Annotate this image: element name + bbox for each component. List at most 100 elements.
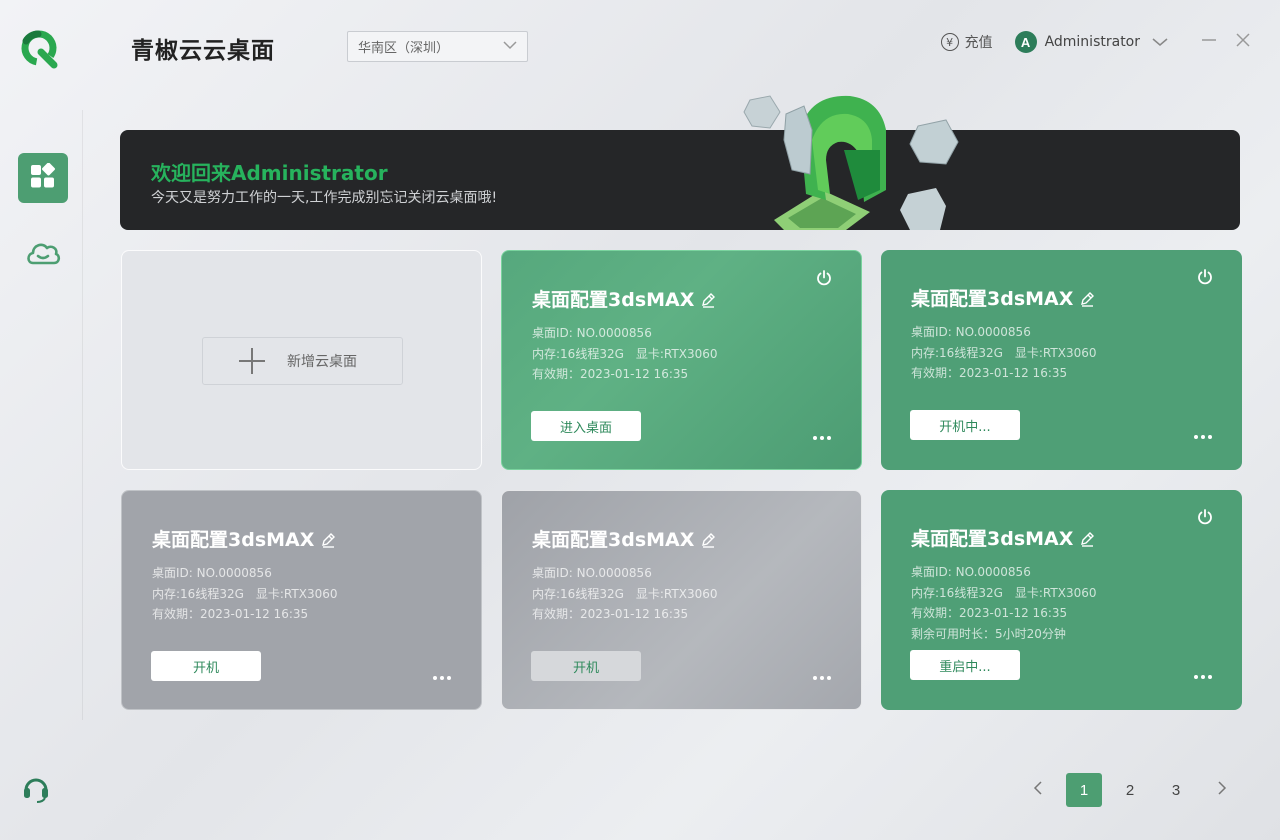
desktop-specs: 内存:16线程32G 显卡:RTX3060 (911, 583, 1097, 604)
desktop-id: 桌面ID: NO.0000856 (152, 566, 272, 580)
chevron-down-icon (1152, 37, 1168, 47)
desktop-gpu: 显卡:RTX3060 (635, 346, 718, 361)
more-options-icon[interactable] (813, 436, 831, 442)
close-button[interactable] (1234, 33, 1252, 51)
banner-title: 欢迎回来Administrator (151, 161, 388, 185)
header-actions: ¥ 充值 A Administrator (940, 30, 1252, 54)
desktop-card: 桌面配置3dsMAX 桌面ID: NO.0000856 内存:16线程32G 显卡… (121, 490, 482, 710)
desktop-memory: 内存:16线程32G (911, 345, 1003, 360)
avatar: A (1014, 31, 1037, 53)
app-title: 青椒云云桌面 (131, 38, 275, 64)
pagination: 1 2 3 (1010, 773, 1240, 807)
recharge-button[interactable]: ¥ 充值 (940, 32, 993, 52)
desktop-id: 桌面ID: NO.0000856 (911, 565, 1031, 579)
power-icon[interactable] (1196, 268, 1214, 286)
more-options-icon[interactable] (433, 676, 451, 682)
desktop-id: 桌面ID: NO.0000856 (532, 566, 652, 580)
welcome-banner: 欢迎回来Administrator 今天又是努力工作的一天,工作完成别忘记关闭云… (120, 95, 1240, 230)
apps-grid-icon (30, 162, 56, 193)
desktop-memory: 内存:16线程32G (532, 346, 624, 361)
desktop-name: 桌面配置3dsMAX (532, 529, 695, 551)
desktop-specs: 内存:16线程32G 显卡:RTX3060 (532, 344, 718, 365)
power-icon[interactable] (1196, 508, 1214, 526)
desktop-info: 桌面ID: NO.0000856 内存:16线程32G 显卡:RTX3060 有效… (532, 563, 718, 625)
banner-illustration (740, 90, 980, 230)
headset-icon (21, 773, 51, 807)
desktop-card: 桌面配置3dsMAX 桌面ID: NO.0000856 内存:16线程32G 显卡… (881, 250, 1242, 470)
minimize-icon (1201, 32, 1217, 52)
sidebar (0, 0, 84, 840)
username: Administrator (1044, 34, 1140, 50)
desktop-expiry: 有效期：2023-01-12 16:35 (911, 606, 1068, 620)
desktop-expiry: 有效期：2023-01-12 16:35 (532, 607, 689, 621)
desktop-info: 桌面ID: NO.0000856 内存:16线程32G 显卡:RTX3060 有效… (911, 322, 1097, 384)
desktop-specs: 内存:16线程32G 显卡:RTX3060 (911, 343, 1097, 364)
restarting-button[interactable]: 重启中... (910, 650, 1020, 680)
starting-button[interactable]: 开机中... (910, 410, 1020, 440)
more-options-icon[interactable] (1194, 675, 1212, 681)
desktop-remaining-time: 剩余可用时长：5小时20分钟 (911, 626, 1066, 641)
desktop-info: 桌面ID: NO.0000856 内存:16线程32G 显卡:RTX3060 有效… (152, 563, 338, 625)
power-on-button[interactable]: 开机 (151, 651, 261, 681)
desktop-name: 桌面配置3dsMAX (152, 529, 315, 551)
desktop-info: 桌面ID: NO.0000856 内存:16线程32G 显卡:RTX3060 有效… (911, 562, 1097, 644)
desktop-card: 桌面配置3dsMAX 桌面ID: NO.0000856 内存:16线程32G 显卡… (501, 490, 862, 710)
user-menu[interactable]: A Administrator (1014, 31, 1168, 53)
page-button[interactable]: 3 (1158, 773, 1194, 807)
cloud-icon (25, 239, 61, 271)
app-logo (18, 27, 62, 71)
next-page-button[interactable] (1204, 773, 1240, 807)
enter-desktop-button[interactable]: 进入桌面 (531, 411, 641, 441)
prev-page-button[interactable] (1020, 773, 1056, 807)
recharge-label: 充值 (964, 35, 993, 51)
edit-icon[interactable] (320, 531, 336, 548)
desktop-gpu: 显卡:RTX3060 (255, 586, 338, 601)
desktop-id: 桌面ID: NO.0000856 (911, 325, 1031, 339)
desktop-id: 桌面ID: NO.0000856 (532, 326, 652, 340)
chevron-right-icon (1217, 781, 1227, 799)
minimize-button[interactable] (1200, 33, 1218, 51)
edit-icon[interactable] (1079, 530, 1095, 547)
page-button[interactable]: 1 (1066, 773, 1102, 807)
edit-icon[interactable] (700, 291, 716, 308)
sidebar-item-cloud[interactable] (18, 230, 68, 280)
yen-icon: ¥ (940, 33, 959, 51)
power-icon[interactable] (815, 269, 833, 287)
desktop-specs: 内存:16线程32G 显卡:RTX3060 (152, 584, 338, 605)
desktop-info: 桌面ID: NO.0000856 内存:16线程32G 显卡:RTX3060 有效… (532, 323, 718, 385)
edit-icon[interactable] (700, 531, 716, 548)
desktop-card-title: 桌面配置3dsMAX (911, 524, 1095, 551)
banner-subtitle: 今天又是努力工作的一天,工作完成别忘记关闭云桌面哦! (151, 190, 498, 206)
region-select[interactable]: 华南区（深圳） (347, 31, 528, 62)
desktop-name: 桌面配置3dsMAX (911, 528, 1074, 550)
power-on-button[interactable]: 开机 (531, 651, 641, 681)
desktop-card: 桌面配置3dsMAX 桌面ID: NO.0000856 内存:16线程32G 显卡… (501, 250, 862, 470)
more-options-icon[interactable] (813, 676, 831, 682)
add-desktop-card: 新增云桌面 (121, 250, 482, 470)
chevron-left-icon (1033, 781, 1043, 799)
desktop-gpu: 显卡:RTX3060 (1014, 585, 1097, 600)
desktop-specs: 内存:16线程32G 显卡:RTX3060 (532, 584, 718, 605)
region-select-value: 华南区（深圳） (358, 41, 450, 56)
add-desktop-label: 新增云桌面 (287, 354, 357, 370)
desktop-memory: 内存:16线程32G (152, 586, 244, 601)
desktop-gpu: 显卡:RTX3060 (1014, 345, 1097, 360)
more-options-icon[interactable] (1194, 435, 1212, 441)
chevron-down-icon (503, 39, 517, 54)
page-button[interactable]: 2 (1112, 773, 1148, 807)
desktop-expiry: 有效期：2023-01-12 16:35 (152, 607, 309, 621)
desktop-name: 桌面配置3dsMAX (532, 289, 695, 311)
desktop-expiry: 有效期：2023-01-12 16:35 (532, 367, 689, 381)
desktop-memory: 内存:16线程32G (532, 586, 624, 601)
desktop-card-title: 桌面配置3dsMAX (532, 525, 716, 552)
sidebar-item-desktops[interactable] (18, 153, 68, 203)
desktop-gpu: 显卡:RTX3060 (635, 586, 718, 601)
desktop-card: 桌面配置3dsMAX 桌面ID: NO.0000856 内存:16线程32G 显卡… (881, 490, 1242, 710)
desktop-memory: 内存:16线程32G (911, 585, 1003, 600)
sidebar-divider (82, 110, 83, 720)
customer-support-button[interactable] (18, 772, 54, 808)
desktop-card-title: 桌面配置3dsMAX (152, 525, 336, 552)
edit-icon[interactable] (1079, 290, 1095, 307)
add-desktop-button[interactable]: 新增云桌面 (202, 337, 403, 385)
close-icon (1235, 32, 1251, 52)
